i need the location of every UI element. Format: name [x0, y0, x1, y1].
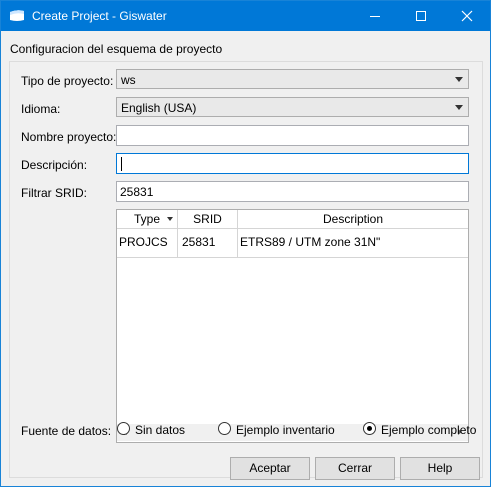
filtrar-srid-label: Filtrar SRID: [21, 186, 87, 200]
column-header-label: Type [133, 212, 160, 226]
srid-table[interactable]: Type SRID Description PROJCS 25831 ETRS8… [116, 209, 469, 443]
table-row[interactable]: PROJCS 25831 ETRS89 / UTM zone 31N" [117, 228, 468, 258]
radio-sin-datos-label: Sin datos [135, 423, 186, 437]
column-header-type[interactable]: Type [117, 210, 178, 228]
column-header-label: Description [322, 212, 384, 226]
table-cell-description: ETRS89 / UTM zone 31N" [240, 235, 381, 249]
minimize-icon [370, 16, 380, 17]
radio-ejemplo-completo-label: Ejemplo completo [381, 423, 477, 437]
descripcion-label: Descripción: [21, 158, 88, 172]
accept-button[interactable]: Aceptar [230, 457, 310, 480]
tipo-proyecto-label: Tipo de proyecto: [21, 74, 114, 88]
table-cell-srid: 25831 [178, 228, 238, 257]
table-cell-type: PROJCS [117, 228, 178, 257]
tipo-proyecto-value: ws [121, 73, 136, 87]
filtrar-srid-value: 25831 [120, 185, 154, 199]
chevron-down-icon [455, 77, 463, 82]
close-button[interactable]: Cerrar [315, 457, 395, 480]
close-window-button[interactable] [444, 1, 490, 31]
close-icon [461, 10, 473, 22]
table-header: Type SRID Description [117, 210, 468, 229]
radio-sin-datos[interactable] [117, 422, 130, 435]
column-header-srid[interactable]: SRID [178, 210, 238, 228]
maximize-button[interactable] [398, 1, 444, 31]
descripcion-input[interactable] [116, 153, 469, 174]
column-header-description[interactable]: Description [238, 210, 468, 228]
idioma-select[interactable]: English (USA) [116, 97, 469, 117]
chevron-down-icon [455, 105, 463, 110]
group-title: Configuracion del esquema de proyecto [10, 42, 223, 56]
window-title: Create Project - Giswater [32, 9, 167, 23]
nombre-proyecto-label: Nombre proyecto: [21, 130, 117, 144]
help-button[interactable]: Help [400, 457, 480, 480]
column-header-label: SRID [193, 212, 222, 226]
radio-ejemplo-completo[interactable] [363, 422, 376, 435]
nombre-proyecto-input[interactable] [116, 125, 469, 146]
fuente-datos-label: Fuente de datos: [21, 424, 112, 438]
text-cursor [121, 157, 122, 171]
radio-selected-dot [367, 426, 372, 431]
giswater-logo-icon [10, 10, 24, 21]
maximize-icon [416, 11, 426, 21]
idioma-label: Idioma: [21, 102, 61, 116]
radio-ejemplo-inventario-label: Ejemplo inventario [236, 423, 335, 437]
sort-descending-icon [167, 217, 173, 221]
tipo-proyecto-select[interactable]: ws [116, 69, 469, 89]
radio-ejemplo-inventario[interactable] [218, 422, 231, 435]
minimize-button[interactable] [352, 1, 398, 31]
filtrar-srid-input[interactable]: 25831 [116, 181, 469, 202]
create-project-dialog: Create Project - Giswater Configuracion … [0, 0, 491, 487]
title-bar: Create Project - Giswater [1, 1, 490, 31]
idioma-value: English (USA) [121, 101, 197, 115]
